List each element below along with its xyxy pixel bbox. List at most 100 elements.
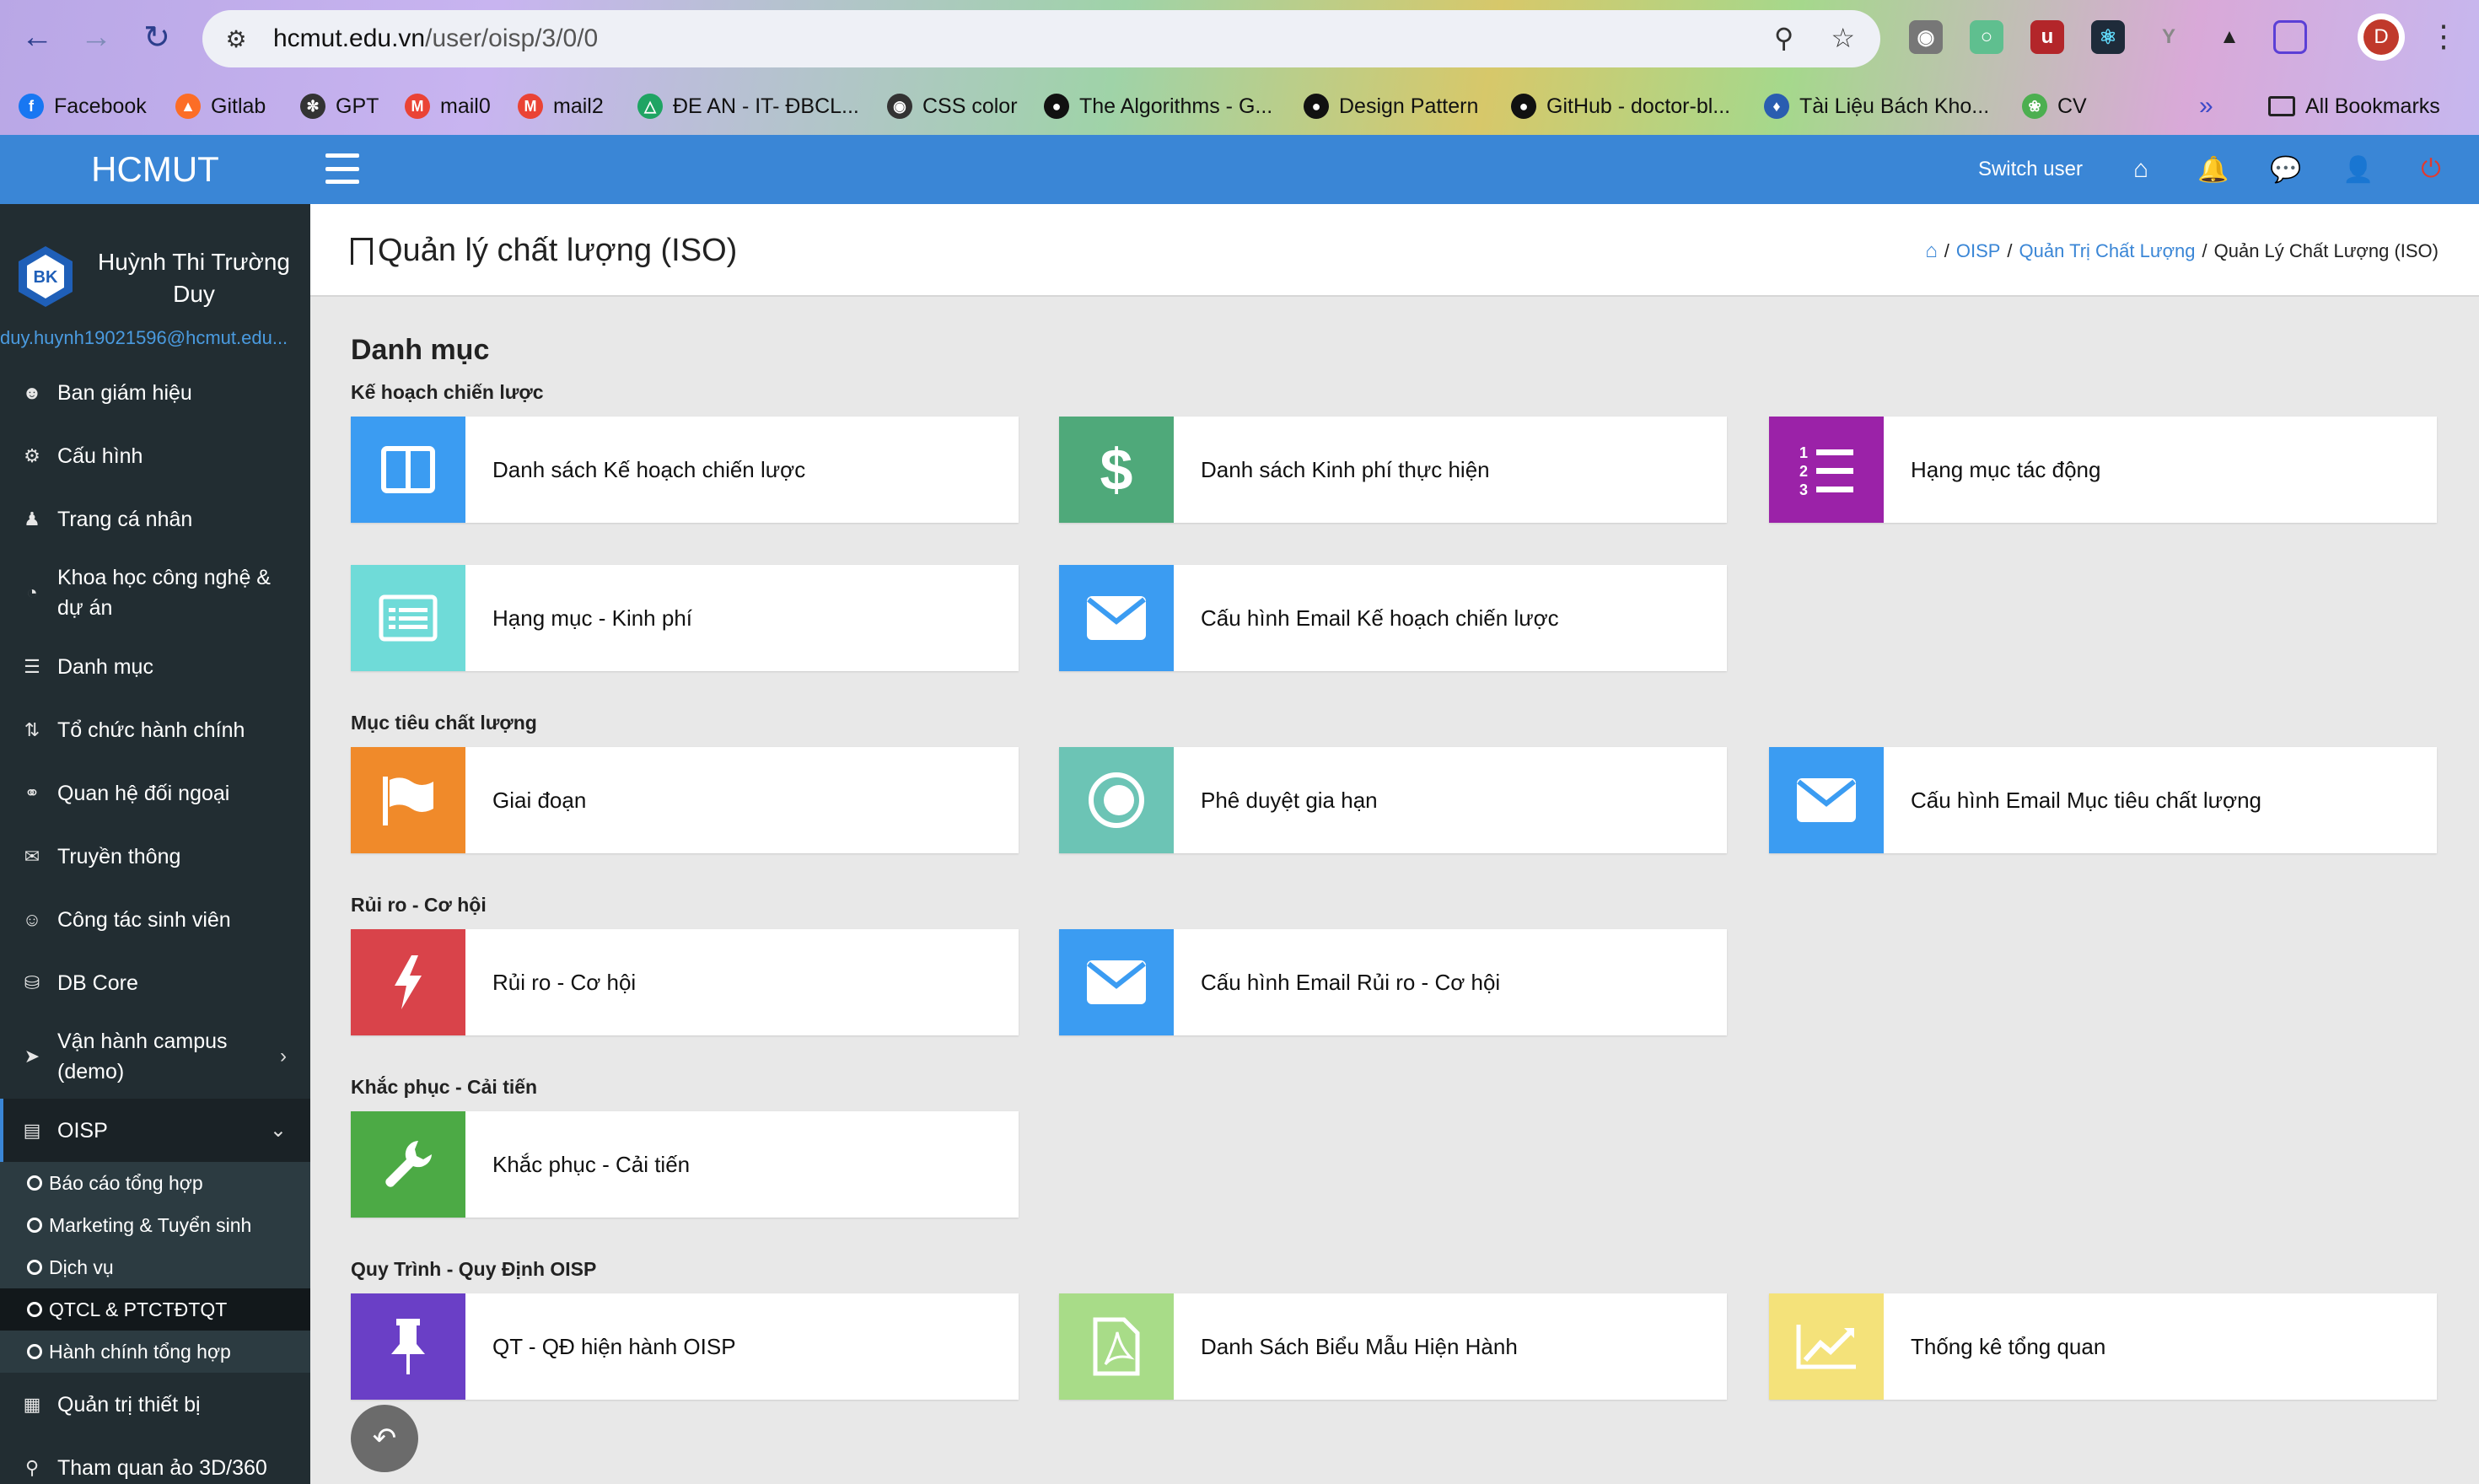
sidebar-item[interactable]: ☻ Ban giám hiệu <box>0 361 310 424</box>
sidebar-item-label: Truyền thông <box>57 844 181 868</box>
sidebar-item[interactable]: ▦ Quản trị thiết bị <box>0 1373 310 1436</box>
bookmark-item[interactable]: ● Design Pattern <box>1304 88 1478 125</box>
category-card[interactable]: Thống kê tổng quan <box>1769 1293 2437 1400</box>
site-settings-icon[interactable]: ⚙ <box>219 22 253 56</box>
category-card[interactable]: Cấu hình Email Rủi ro - Cơ hội <box>1059 929 1727 1035</box>
forward-arrow-icon[interactable]: → <box>76 17 116 57</box>
envelope-icon <box>1059 929 1174 1035</box>
extension-icon[interactable]: ◉ <box>1909 20 1943 54</box>
bookmark-item[interactable]: ● GitHub - doctor-bl... <box>1511 88 1730 125</box>
submenu-item[interactable]: Dịch vụ <box>0 1246 310 1288</box>
extensions-puzzle-icon[interactable] <box>2273 20 2307 54</box>
github-icon: ● <box>1044 94 1069 119</box>
power-icon[interactable]: ⏻ <box>2417 155 2445 184</box>
category-card[interactable]: Hạng mục - Kinh phí <box>351 565 1019 671</box>
bookmark-item[interactable]: ● The Algorithms - G... <box>1044 88 1272 125</box>
sidebar-item[interactable]: ⚙ Cấu hình <box>0 424 310 487</box>
sidebar-item-label: Cấu hình <box>57 444 143 468</box>
svg-text:$: $ <box>1100 439 1133 500</box>
user-icon[interactable]: 👤 <box>2342 155 2374 184</box>
bell-icon[interactable]: 🔔 <box>2197 155 2229 184</box>
submenu-item[interactable]: Báo cáo tổng hợp <box>0 1162 310 1204</box>
submenu-item[interactable]: Marketing & Tuyển sinh <box>0 1204 310 1246</box>
sidebar-item[interactable]: ⚭ Quan hệ đối ngoại <box>0 761 310 825</box>
bookmark-label: mail0 <box>440 94 491 118</box>
react-devtools-icon[interactable]: ⚛ <box>2091 20 2125 54</box>
circle-icon <box>27 1175 42 1191</box>
category-card[interactable]: Danh sách Kế hoạch chiến lược <box>351 417 1019 523</box>
sidebar-item[interactable]: ◔ Khoa học công nghệ & dự án <box>0 551 310 635</box>
chat-icon[interactable]: 💬 <box>2270 155 2301 184</box>
submenu-item[interactable]: Hành chính tổng hợp <box>0 1331 310 1373</box>
sidebar-item[interactable]: ✉ Truyền thông <box>0 825 310 888</box>
category-card[interactable]: Phê duyệt gia hạn <box>1059 747 1727 853</box>
category-card[interactable]: QT - QĐ hiện hành OISP <box>351 1293 1019 1400</box>
sidebar-toggle-icon[interactable] <box>325 153 359 184</box>
category-card[interactable]: Cấu hình Email Kế hoạch chiến lược <box>1059 565 1727 671</box>
sidebar-item[interactable]: ⇅ Tổ chức hành chính <box>0 698 310 761</box>
breadcrumb-oisp[interactable]: OISP <box>1956 240 2001 262</box>
category-card[interactable]: 1 2 3 Hạng mục tác động <box>1769 417 2437 523</box>
extension-icon[interactable]: Y <box>2152 20 2186 54</box>
group-label: Rủi ro - Cơ hội <box>351 894 487 916</box>
extension-icon[interactable]: ○ <box>1970 20 2003 54</box>
user-email[interactable]: duy.huynh19021596@hcmut.edu... <box>0 327 310 349</box>
facebook-icon: f <box>19 94 44 119</box>
browser-menu-icon[interactable]: ⋮ <box>2428 19 2459 54</box>
sidebar-item-label: Ban giám hiệu <box>57 380 192 405</box>
all-bookmarks[interactable]: All Bookmarks <box>2268 88 2440 125</box>
sidebar-item[interactable]: ⛁ DB Core <box>0 951 310 1014</box>
svg-text:BK: BK <box>34 268 58 287</box>
sidebar-item[interactable]: ☺ Công tác sinh viên <box>0 888 310 951</box>
circle-icon <box>27 1218 42 1233</box>
category-card[interactable]: Giai đoạn <box>351 747 1019 853</box>
bookmark-item[interactable]: △ ĐE AN - IT- ĐBCL... <box>637 88 859 125</box>
category-card[interactable]: Cấu hình Email Mục tiêu chất lượng <box>1769 747 2437 853</box>
extension-icon[interactable]: ▲ <box>2213 20 2246 54</box>
sidebar-item[interactable]: ▤ OISP ⌄ <box>0 1099 310 1162</box>
rocket-icon: ➤ <box>24 1046 40 1067</box>
ublock-icon[interactable]: u <box>2030 20 2064 54</box>
reload-icon[interactable]: ↻ <box>137 17 177 57</box>
zoom-icon[interactable]: ⚲ <box>1774 22 1793 54</box>
sidebar-item[interactable]: ☰ Danh mục <box>0 635 310 698</box>
bookmark-label: The Algorithms - G... <box>1079 94 1273 118</box>
sidebar-item[interactable]: ⚲ Tham quan ảo 3D/360 <box>0 1436 310 1484</box>
bookmark-item[interactable]: ♦ Tài Liệu Bách Kho... <box>1764 88 1989 125</box>
bookmark-label: Gitlab <box>211 94 266 118</box>
bookmark-item[interactable]: Mmail2 <box>518 88 604 125</box>
address-bar[interactable]: ⚙ hcmut.edu.vn/user/oisp/3/0/0 ⚲ ☆ <box>202 10 1880 67</box>
category-card[interactable]: Rủi ro - Cơ hội <box>351 929 1019 1035</box>
submenu-item[interactable]: QTCL & PTCTĐTQT <box>0 1288 310 1331</box>
bookmark-item[interactable]: Mmail0 <box>405 88 491 125</box>
category-card[interactable]: Danh Sách Biểu Mẫu Hiện Hành <box>1059 1293 1727 1400</box>
category-card[interactable]: $ Danh sách Kinh phí thực hiện <box>1059 417 1727 523</box>
bookmark-item[interactable]: ❀ CV <box>2022 88 2087 125</box>
bookmark-item[interactable]: ▲ Gitlab <box>175 88 266 125</box>
sidebar-item[interactable]: ♟ Trang cá nhân <box>0 487 310 551</box>
home-icon[interactable]: ⌂ <box>1925 239 1938 263</box>
line-chart-icon <box>1769 1293 1884 1400</box>
star-icon[interactable]: ☆ <box>1831 22 1855 54</box>
home-icon[interactable]: ⌂ <box>2127 155 2155 184</box>
submenu-item-label: Hành chính tổng hợp <box>49 1340 231 1363</box>
url-text[interactable]: hcmut.edu.vn/user/oisp/3/0/0 <box>273 24 598 53</box>
brand-logo[interactable]: HCMUT <box>0 135 310 204</box>
map-marker-icon: ⚲ <box>24 1456 40 1478</box>
switch-user-link[interactable]: Switch user <box>1978 158 2083 181</box>
back-arrow-icon[interactable]: ← <box>17 17 57 57</box>
more-bookmarks-icon[interactable]: » <box>2199 88 2213 125</box>
chevron-down-icon: ⌄ <box>269 1119 287 1142</box>
breadcrumb-qtcl[interactable]: Quản Trị Chất Lượng <box>2019 240 2196 262</box>
back-button[interactable]: ↶ <box>351 1405 418 1472</box>
card-label: Cấu hình Email Kế hoạch chiến lược <box>1201 605 1559 631</box>
profile-avatar[interactable]: D <box>2358 13 2405 61</box>
category-card[interactable]: Khắc phục - Cải tiến <box>351 1111 1019 1218</box>
bk-icon: ♦ <box>1764 94 1789 119</box>
card-label: Giai đoạn <box>492 787 587 813</box>
bookmark-item[interactable]: ◉ CSS color <box>887 88 1018 125</box>
bookmark-item[interactable]: f Facebook <box>19 88 147 125</box>
sidebar-item-label: Quan hệ đối ngoại <box>57 781 230 805</box>
sidebar-item[interactable]: ➤ Vận hành campus (demo) › <box>0 1014 310 1099</box>
bookmark-item[interactable]: ✼ GPT <box>300 88 379 125</box>
